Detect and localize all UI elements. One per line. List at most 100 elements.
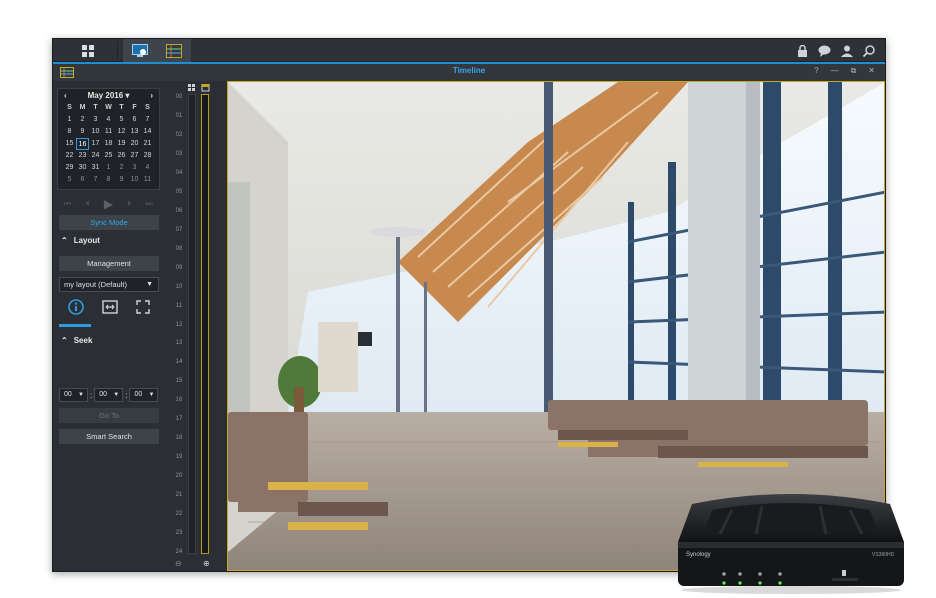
play-icon[interactable]: ▶: [104, 197, 113, 211]
hour-label: 02: [175, 131, 183, 138]
hour-label: 00: [175, 94, 183, 100]
help-button[interactable]: ?: [814, 66, 818, 76]
grid-menu-icon: [82, 44, 94, 57]
layout-section-header[interactable]: ⌃ Layout: [61, 236, 100, 245]
calendar-day[interactable]: 24: [89, 150, 102, 162]
calendar-day[interactable]: 22: [63, 150, 76, 162]
fullscreen-icon[interactable]: [136, 300, 150, 314]
fit-width-icon[interactable]: [102, 300, 118, 314]
timeline-track-selected[interactable]: [201, 94, 209, 554]
calendar-day[interactable]: 6: [76, 174, 89, 186]
taskbar-timeline-app[interactable]: [157, 39, 191, 62]
hour-label: 08: [175, 245, 183, 252]
timeline-app-icon: [166, 43, 182, 58]
window-title: Timeline: [452, 66, 486, 75]
go-to-button[interactable]: Go To: [59, 408, 159, 423]
calendar-day[interactable]: 17: [89, 138, 102, 150]
calendar-day[interactable]: 15: [63, 138, 76, 150]
next-month-button[interactable]: ›: [150, 91, 153, 100]
lock-icon[interactable]: [797, 44, 808, 57]
weekday-label: W: [105, 104, 112, 111]
seek-hour-value: 00: [64, 391, 72, 398]
search-icon[interactable]: [863, 44, 875, 57]
calendar-day[interactable]: 20: [128, 138, 141, 150]
calendar-day[interactable]: 14: [141, 126, 154, 138]
step-back-icon[interactable]: ⏴: [86, 199, 90, 209]
user-icon[interactable]: [841, 45, 853, 57]
management-button[interactable]: Management: [59, 256, 159, 271]
weekday-label: S: [67, 104, 72, 111]
calendar-day[interactable]: 2: [76, 114, 89, 126]
close-button[interactable]: ✕: [868, 66, 875, 76]
seek-hour-select[interactable]: 00 ▼: [59, 388, 88, 402]
calendar-day[interactable]: 21: [141, 138, 154, 150]
layout-select-value: my layout (Default): [64, 280, 127, 289]
sync-mode-button[interactable]: Sync Mode: [59, 215, 159, 230]
seek-minute-select[interactable]: 00 ▼: [94, 388, 124, 402]
calendar-day[interactable]: 8: [102, 174, 115, 186]
step-forward-icon[interactable]: ⏵: [127, 199, 131, 209]
layout-select[interactable]: my layout (Default) ▼: [59, 277, 159, 292]
hour-label: 24: [175, 549, 183, 555]
skip-start-icon[interactable]: ⏮: [64, 199, 71, 209]
minimize-button[interactable]: —: [831, 66, 839, 76]
calendar-day[interactable]: 3: [89, 114, 102, 126]
calendar-day[interactable]: 5: [115, 114, 128, 126]
timeline-track[interactable]: [188, 94, 196, 554]
skip-end-icon[interactable]: ⏭: [146, 199, 153, 209]
calendar-day[interactable]: 9: [76, 126, 89, 138]
calendar-day[interactable]: 16: [76, 138, 89, 150]
seek-second-value: 00: [134, 391, 143, 398]
single-view-icon[interactable]: [201, 84, 210, 92]
smart-search-button[interactable]: Smart Search: [59, 429, 159, 444]
calendar-day[interactable]: 1: [102, 162, 115, 174]
calendar-day[interactable]: 28: [141, 150, 154, 162]
month-selector[interactable]: May 2016 ▾: [88, 91, 130, 100]
calendar-day[interactable]: 29: [63, 162, 76, 174]
zoom-in-icon[interactable]: ⊕: [203, 559, 210, 568]
calendar-day[interactable]: 26: [115, 150, 128, 162]
info-icon[interactable]: [68, 299, 84, 315]
calendar-day[interactable]: 1: [63, 114, 76, 126]
grid-view-icon[interactable]: [188, 84, 195, 91]
chat-icon[interactable]: [818, 45, 831, 57]
hour-label: 11: [175, 302, 183, 309]
calendar-day[interactable]: 23: [76, 150, 89, 162]
calendar-day[interactable]: 11: [141, 174, 154, 186]
monitor-icon: [132, 43, 148, 57]
restore-button[interactable]: ⧉: [851, 66, 857, 76]
calendar-day[interactable]: 25: [102, 150, 115, 162]
calendar-day[interactable]: 10: [89, 126, 102, 138]
calendar-day[interactable]: 6: [128, 114, 141, 126]
calendar-day[interactable]: 27: [128, 150, 141, 162]
seek-section-header[interactable]: ⌃ Seek: [61, 336, 92, 345]
taskbar-tray: [797, 39, 875, 62]
prev-month-button[interactable]: ‹: [64, 91, 67, 100]
calendar-day[interactable]: 9: [115, 174, 128, 186]
calendar-day[interactable]: 4: [102, 114, 115, 126]
calendar-day[interactable]: 18: [102, 138, 115, 150]
calendar-grid: S M T W T F S 1 2 3 4 5 6 7 8 9 10 11 12 13 14 15 16 17 18 19 20 21…: [58, 102, 159, 186]
zoom-out-icon[interactable]: ⊖: [175, 559, 182, 568]
calendar-day[interactable]: 12: [115, 126, 128, 138]
calendar-day[interactable]: 2: [115, 162, 128, 174]
calendar-day[interactable]: 7: [141, 114, 154, 126]
calendar-day[interactable]: 5: [63, 174, 76, 186]
taskbar-surveillance-app[interactable]: [123, 39, 157, 62]
calendar-day[interactable]: 7: [89, 174, 102, 186]
device-brand: Synology: [686, 552, 711, 558]
calendar-day[interactable]: 19: [115, 138, 128, 150]
calendar-day[interactable]: 3: [128, 162, 141, 174]
main-menu-button[interactable]: [71, 39, 105, 62]
calendar-day[interactable]: 13: [128, 126, 141, 138]
seek-second-select[interactable]: 00 ▼: [129, 388, 159, 402]
calendar-day[interactable]: 4: [141, 162, 154, 174]
nvr-device-image: Synology VS360HD: [678, 494, 904, 594]
top-taskbar: [53, 39, 885, 62]
hour-label: 01: [175, 112, 183, 119]
calendar-day[interactable]: 31: [89, 162, 102, 174]
calendar-day[interactable]: 11: [102, 126, 115, 138]
calendar-day[interactable]: 30: [76, 162, 89, 174]
calendar-day[interactable]: 10: [128, 174, 141, 186]
calendar-day[interactable]: 8: [63, 126, 76, 138]
